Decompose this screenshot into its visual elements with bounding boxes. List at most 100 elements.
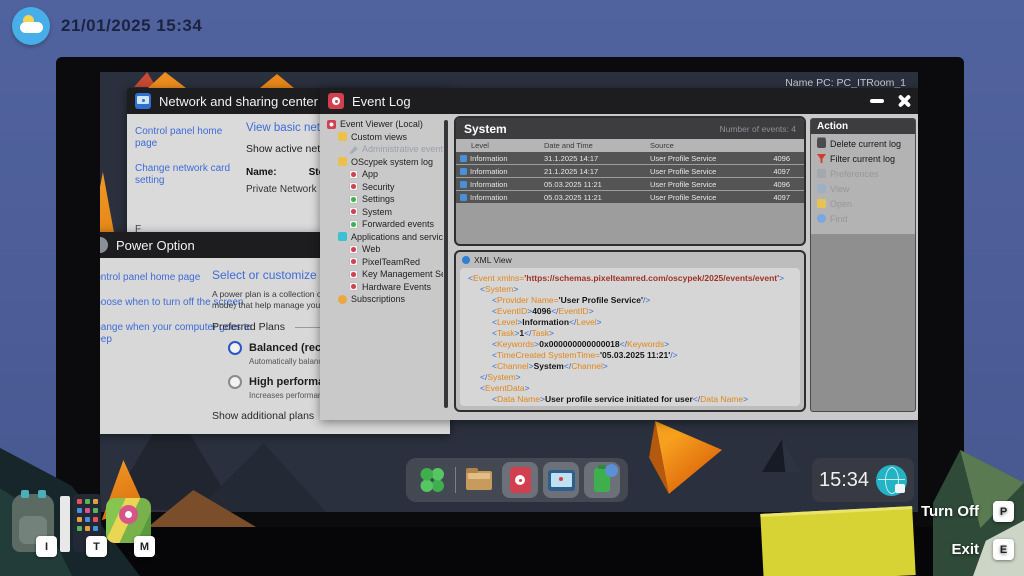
event-source-cell: User Profile Service	[650, 180, 750, 189]
xml-view-title: XML View	[474, 255, 512, 265]
red-icon	[349, 182, 358, 191]
tree-item-security[interactable]: Security	[325, 181, 443, 194]
xml-token: >	[589, 306, 594, 316]
subs-icon	[338, 295, 347, 304]
tree-item-label: Hardware Events	[362, 282, 431, 292]
tree-item-subscriptions[interactable]: Subscriptions	[325, 293, 443, 306]
tree-item-label: Web	[362, 244, 380, 254]
weather-icon	[12, 7, 50, 45]
turn-off-action[interactable]: Turn Off P	[921, 501, 1014, 522]
tree-item-label: Security	[362, 182, 395, 192]
tree-item-settings[interactable]: Settings	[325, 193, 443, 206]
tablet-key[interactable]: T	[86, 536, 107, 557]
event-datetime-cell: 31.1.2025 14:17	[544, 154, 650, 163]
action-find: Find	[811, 211, 915, 226]
xml-token: Keywords	[627, 339, 664, 349]
xml-line: <Task>1</Task>	[468, 328, 792, 339]
turn-off-key[interactable]: P	[993, 501, 1014, 522]
map-key[interactable]: M	[134, 536, 155, 557]
xml-line: <EventID>4096</EventID>	[468, 306, 792, 317]
tree-item-custom-views[interactable]: Custom views	[325, 131, 443, 144]
radio-unselected[interactable]	[228, 375, 242, 389]
event-log-body: Event Viewer (Local) Custom viewsAdminist…	[320, 114, 918, 420]
tree-item-web[interactable]: Web	[325, 243, 443, 256]
column-source: Source	[650, 141, 750, 150]
tree-item-app[interactable]: App	[325, 168, 443, 181]
xml-token: Keywords	[497, 339, 534, 349]
tree-item-label: App	[362, 169, 378, 179]
event-row[interactable]: Information05.03.2025 11:21User Profile …	[456, 178, 804, 190]
power-icon	[594, 468, 610, 492]
event-row[interactable]: Information31.1.2025 14:17User Profile S…	[456, 152, 804, 164]
event-source-cell: User Profile Service	[650, 167, 750, 176]
taskbar-clover[interactable]	[414, 462, 450, 498]
taskbar-event-log[interactable]	[502, 462, 538, 498]
event-row[interactable]: Information21.1.2025 14:17User Profile S…	[456, 165, 804, 177]
column-datetime: Date and Time	[544, 141, 650, 150]
action-filter-current-log[interactable]: Filter current log	[811, 151, 915, 166]
system-events-panel: System Number of events: 4 Level Date an…	[454, 116, 806, 246]
xml-line: <Channel>System</Channel>	[468, 361, 792, 372]
xml-view-icon	[462, 256, 470, 264]
network-link-change-network-card-setting[interactable]: Change network card setting	[135, 163, 247, 187]
xml-line: <Provider Name='User Profile Service'/>	[468, 295, 792, 306]
find-icon	[817, 214, 826, 223]
action-delete-current-log[interactable]: Delete current log	[811, 136, 915, 151]
pencil-icon	[349, 145, 358, 154]
xml-line	[468, 405, 792, 406]
taskbar-power[interactable]	[584, 462, 620, 498]
action-item-label: Delete current log	[830, 139, 901, 149]
close-button[interactable]	[897, 94, 912, 109]
taskbar-clock: 15:34	[819, 469, 869, 492]
tree-item-key-management-service[interactable]: Key Management Service	[325, 268, 443, 281]
taskbar-network[interactable]	[543, 462, 579, 498]
xml-token: Task	[497, 328, 514, 338]
tree-item-applications-and-services-log[interactable]: Applications and services log	[325, 231, 443, 244]
action-panel: Action Delete current logFilter current …	[810, 118, 916, 412]
inventory-item[interactable]: I	[12, 494, 54, 552]
xml-token: xmlns=	[495, 273, 525, 283]
taskbar	[406, 458, 628, 502]
globe-network-icon	[876, 465, 907, 496]
xml-token: Information	[522, 317, 569, 327]
event-row[interactable]: Information05.03.2025 11:21User Profile …	[456, 191, 804, 203]
trash-icon	[817, 139, 826, 148]
xml-token: </	[620, 339, 627, 349]
network-link-control-panel-home-page[interactable]: Control panel home page	[135, 126, 247, 150]
inventory-key[interactable]: I	[36, 536, 57, 557]
xml-token: />	[643, 295, 650, 305]
minimize-button[interactable]	[870, 99, 884, 103]
tree-item-administrative-events[interactable]: Administrative events	[325, 143, 443, 156]
exit-action[interactable]: Exit E	[951, 539, 1014, 560]
tree-item-event-viewer-local[interactable]: Event Viewer (Local)	[325, 118, 443, 131]
xml-line: <Event xmlns='https://schemas.pixelteamr…	[468, 273, 792, 284]
tree-item-label: Event Viewer (Local)	[340, 119, 423, 129]
exit-key[interactable]: E	[993, 539, 1014, 560]
taskbar-folder[interactable]	[461, 462, 497, 498]
xml-token: Level	[497, 317, 517, 327]
clover-icon	[419, 467, 445, 493]
tablet-item[interactable]: T	[60, 494, 101, 552]
clock-widget[interactable]: 15:34	[812, 458, 914, 502]
tree-scrollbar[interactable]	[444, 120, 448, 408]
green-icon	[349, 220, 358, 229]
event-log-titlebar[interactable]: Event Log	[320, 88, 918, 114]
tree-item-label: Forwarded events	[362, 219, 434, 229]
tree-item-pixelteamred[interactable]: PixelTeamRed	[325, 256, 443, 269]
event-source-cell: User Profile Service	[650, 154, 750, 163]
action-item-label: View	[830, 184, 849, 194]
tree-item-system[interactable]: System	[325, 206, 443, 219]
tree-item-forwarded-events[interactable]: Forwarded events	[325, 218, 443, 231]
xml-token: >	[743, 394, 748, 404]
show-additional-plans[interactable]: Show additional plans	[212, 410, 314, 422]
tree-item-oscypek-system-log[interactable]: OScypek system log	[325, 156, 443, 169]
viewer-icon	[327, 120, 336, 129]
radio-selected[interactable]	[228, 341, 242, 355]
xml-token: 'User Profile Service'	[559, 295, 643, 305]
event-log-icon	[510, 467, 531, 493]
map-item[interactable]: M	[106, 498, 151, 543]
red-icon	[349, 270, 358, 279]
tree-item-hardware-events[interactable]: Hardware Events	[325, 281, 443, 294]
view-icon	[817, 184, 826, 193]
xml-token: EventData	[485, 383, 525, 393]
